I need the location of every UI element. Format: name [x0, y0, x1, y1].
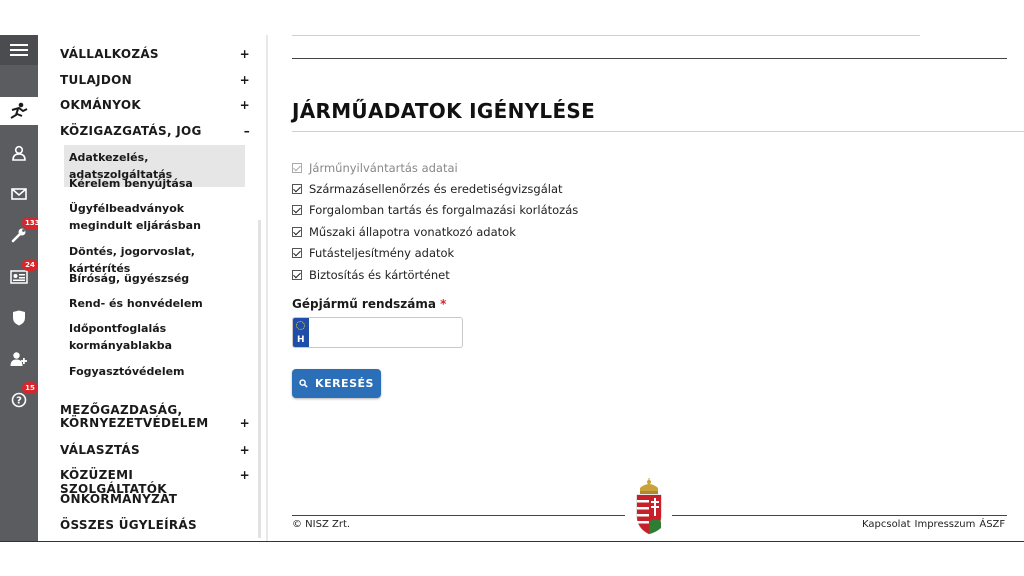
checkbox-box[interactable] — [292, 205, 302, 215]
header-rule — [292, 58, 1007, 59]
checkbox-label: Származásellenőrzés és eredetiségvizsgál… — [309, 182, 563, 196]
subitem-idopontfoglalas[interactable]: Időpontfoglalás kormányablakba — [66, 320, 244, 354]
checkbox-label: Biztosítás és kártörténet — [309, 268, 450, 282]
id-card-icon[interactable]: 24 — [0, 259, 38, 291]
user-icon[interactable] — [0, 139, 38, 167]
expand-toggle[interactable]: + — [240, 98, 250, 112]
checkbox-label: Műszaki állapotra vonatkozó adatok — [309, 225, 516, 239]
category-vallalkozas[interactable]: VÁLLALKOZÁS + — [60, 47, 250, 61]
sidebar-scrollbar[interactable] — [258, 220, 261, 538]
category-label: OKMÁNYOK — [60, 98, 141, 112]
id-card-badge: 24 — [22, 259, 38, 271]
add-user-icon[interactable] — [0, 345, 38, 373]
subitem-rend-honvedelem[interactable]: Rend- és honvédelem — [66, 295, 244, 312]
checkbox-box[interactable] — [292, 270, 302, 280]
footer-links: Kapcsolat Impresszum ÁSZF — [862, 519, 1005, 530]
bottom-letterbox — [0, 541, 1024, 576]
checkbox-box — [292, 163, 302, 173]
vehicle-person-icon[interactable] — [0, 97, 38, 125]
footer-link-kapcsolat[interactable]: Kapcsolat — [862, 519, 911, 530]
eu-flag-strip: H — [293, 318, 309, 347]
search-button-label: KERESÉS — [315, 377, 374, 390]
search-button[interactable]: KERESÉS — [292, 369, 381, 398]
category-okmanyok[interactable]: OKMÁNYOK + — [60, 98, 250, 112]
checkbox-jarmunyilvantartas: Járműnyilvántartás adatai — [292, 161, 458, 175]
country-code: H — [297, 335, 305, 345]
subitem-ugyfelbeadvanyok[interactable]: Ügyfélbeadványok megindult eljárásban — [66, 200, 244, 234]
eu-stars-icon — [296, 321, 305, 330]
expand-toggle[interactable]: + — [240, 417, 250, 430]
category-mezogazdasag[interactable]: MEZŐGAZDASÁG, KÖRNYEZETVÉDELEM + — [60, 404, 250, 430]
envelope-icon[interactable] — [0, 180, 38, 208]
search-icon — [299, 379, 308, 388]
subitem-birosag-ugyeszseg[interactable]: Bíróság, ügyészség — [66, 270, 244, 287]
expand-toggle[interactable]: + — [240, 443, 250, 457]
plate-field-label: Gépjármű rendszáma * — [292, 297, 446, 311]
checkbox-box[interactable] — [292, 248, 302, 258]
shield-icon[interactable] — [0, 304, 38, 332]
category-kozigazgatas-jog[interactable]: KÖZIGAZGATÁS, JOG – — [60, 124, 250, 138]
category-label: VÁLLALKOZÁS — [60, 47, 159, 61]
collapse-toggle[interactable]: – — [244, 124, 250, 138]
category-label: TULAJDON — [60, 73, 132, 87]
expand-toggle[interactable]: + — [240, 47, 250, 61]
page-title: JÁRMŰADATOK IGÉNYLÉSE — [292, 99, 596, 123]
license-plate-field[interactable]: H — [292, 317, 463, 348]
checkbox-label: Forgalomban tartás és forgalmazási korlá… — [309, 203, 579, 217]
category-label: ÖNKORMÁNYZAT — [60, 492, 178, 506]
category-osszes-ugyleiras[interactable]: ÖSSZES ÜGYLEÍRÁS — [60, 518, 250, 532]
checkbox-szarmazasellenorzes[interactable]: Származásellenőrzés és eredetiségvizsgál… — [292, 182, 563, 196]
sidebar-divider — [266, 35, 268, 541]
top-letterbox — [0, 0, 1024, 35]
plate-label-text: Gépjármű rendszáma — [292, 297, 436, 311]
category-sidebar: VÁLLALKOZÁS + TULAJDON + OKMÁNYOK + KÖZI… — [38, 35, 264, 541]
checkbox-futasteljesitmeny[interactable]: Futásteljesítmény adatok — [292, 246, 454, 260]
header-rule-light — [292, 35, 920, 36]
category-tulajdon[interactable]: TULAJDON + — [60, 73, 250, 87]
category-label: VÁLASZTÁS — [60, 443, 140, 457]
help-icon[interactable]: ? 15 — [0, 382, 38, 414]
category-onkormanyzat[interactable]: ÖNKORMÁNYZAT — [60, 492, 250, 506]
hamburger-menu-icon[interactable] — [0, 35, 38, 65]
subitem-kerelem-benyujtasa[interactable]: Kérelem benyújtása — [66, 175, 244, 192]
category-label: ÖSSZES ÜGYLEÍRÁS — [60, 518, 197, 532]
required-mark: * — [440, 297, 447, 311]
checkbox-box[interactable] — [292, 227, 302, 237]
checkbox-label: Járműnyilvántartás adatai — [309, 161, 458, 175]
category-label: KÖZIGAZGATÁS, JOG — [60, 124, 202, 138]
footer-link-impresszum[interactable]: Impresszum — [915, 519, 976, 530]
license-plate-input[interactable] — [309, 318, 462, 347]
title-divider — [292, 131, 1024, 132]
hungarian-coat-of-arms-icon — [636, 478, 662, 535]
category-valasztas[interactable]: VÁLASZTÁS + — [60, 443, 250, 457]
svg-text:?: ? — [16, 396, 22, 407]
footer-copyright: © NISZ Zrt. — [292, 519, 351, 530]
expand-toggle[interactable]: + — [240, 73, 250, 87]
footer-link-aszf[interactable]: ÁSZF — [979, 519, 1005, 530]
footer-rule-left — [292, 515, 625, 516]
checkbox-biztositas[interactable]: Biztosítás és kártörténet — [292, 268, 450, 282]
footer-rule-right — [672, 515, 1007, 516]
category-label: MEZŐGAZDASÁG, KÖRNYEZETVÉDELEM — [60, 403, 209, 430]
wrench-icon[interactable]: 133 — [0, 217, 43, 249]
subitem-fogyasztovedelem[interactable]: Fogyasztóvédelem — [66, 363, 244, 380]
checkbox-muszaki-allapot[interactable]: Műszaki állapotra vonatkozó adatok — [292, 225, 516, 239]
checkbox-forgalomban-tartas[interactable]: Forgalomban tartás és forgalmazási korlá… — [292, 203, 578, 217]
help-badge: 15 — [22, 382, 38, 394]
icon-rail: 133 24 ? 15 — [0, 35, 43, 541]
checkbox-label: Futásteljesítmény adatok — [309, 246, 455, 260]
checkbox-box[interactable] — [292, 184, 302, 194]
